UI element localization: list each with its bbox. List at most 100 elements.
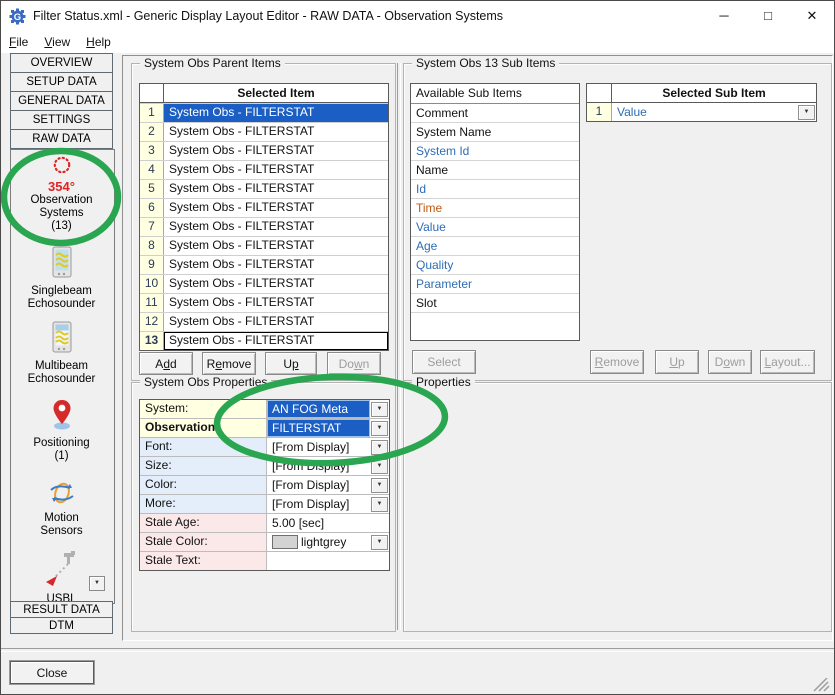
- table-row[interactable]: 11System Obs - FILTERSTAT: [140, 293, 388, 312]
- menu-file[interactable]: File: [1, 31, 36, 53]
- observation-value[interactable]: FILTERSTAT: [267, 419, 370, 437]
- table-row[interactable]: 10System Obs - FILTERSTAT: [140, 274, 388, 293]
- table-row[interactable]: 1System Obs - FILTERSTAT: [140, 103, 388, 122]
- sub-down-button[interactable]: Down: [708, 350, 752, 374]
- singlebeam-label-1: Singlebeam: [11, 285, 112, 298]
- list-item[interactable]: Slot: [411, 294, 579, 313]
- dotted-circle-icon: [51, 155, 73, 175]
- font-value[interactable]: [From Display]: [267, 438, 370, 456]
- minimize-button[interactable]: ─: [702, 1, 746, 31]
- maximize-button[interactable]: □: [746, 1, 790, 31]
- sidebar-item-motion-sensors[interactable]: Motion Sensors: [11, 479, 112, 538]
- stale-text-value[interactable]: [267, 552, 389, 570]
- close-button[interactable]: Close: [10, 661, 94, 684]
- selected-sub-item-header: Selected Sub Item: [587, 84, 816, 103]
- list-item[interactable]: Comment: [411, 104, 579, 123]
- usbl-dropdown-button[interactable]: ▼: [89, 576, 105, 591]
- selected-sub-item-row[interactable]: 1 Value ▼: [587, 103, 816, 121]
- table-row[interactable]: 3System Obs - FILTERSTAT: [140, 141, 388, 160]
- usbl-transducer-icon: [42, 550, 82, 588]
- sub-remove-button[interactable]: Remove: [590, 350, 644, 374]
- layout-button[interactable]: Layout...: [760, 350, 815, 374]
- table-row[interactable]: 6System Obs - FILTERSTAT: [140, 198, 388, 217]
- motion-label-2: Sensors: [11, 525, 112, 538]
- list-item[interactable]: Id: [411, 180, 579, 199]
- menu-view[interactable]: View: [36, 31, 78, 53]
- color-dropdown-button[interactable]: ▼: [371, 478, 388, 493]
- observation-dropdown-button[interactable]: ▼: [371, 421, 388, 436]
- list-item[interactable]: System Name: [411, 123, 579, 142]
- table-row[interactable]: 13System Obs - FILTERSTAT: [140, 331, 388, 350]
- stale-color-dropdown-button[interactable]: ▼: [371, 535, 388, 550]
- close-window-button[interactable]: ✕: [790, 1, 834, 31]
- table-row[interactable]: 7System Obs - FILTERSTAT: [140, 217, 388, 236]
- row-label: System Obs - FILTERSTAT: [164, 123, 388, 141]
- table-row[interactable]: 9System Obs - FILTERSTAT: [140, 255, 388, 274]
- size-value[interactable]: [From Display]: [267, 457, 370, 475]
- table-row[interactable]: 8System Obs - FILTERSTAT: [140, 236, 388, 255]
- sidebar-item-dtm[interactable]: DTM: [10, 617, 113, 634]
- color-value[interactable]: [From Display]: [267, 476, 370, 494]
- sidebar-item-singlebeam-echosounder[interactable]: Singlebeam Echosounder: [11, 246, 112, 311]
- more-dropdown-button[interactable]: ▼: [371, 497, 388, 512]
- sidebar-item-result-data[interactable]: RESULT DATA: [10, 601, 113, 618]
- table-row[interactable]: 4System Obs - FILTERSTAT: [140, 160, 388, 179]
- color-swatch: [272, 535, 298, 549]
- row-number: 1: [587, 103, 612, 121]
- color-label: Color:: [140, 476, 267, 494]
- stale-color-label: Stale Color:: [140, 533, 267, 551]
- sidebar-item-setup-data[interactable]: SETUP DATA: [10, 72, 113, 92]
- selected-sub-header-number-cell: [587, 84, 612, 102]
- sidebar-item-general-data[interactable]: GENERAL DATA: [10, 91, 113, 111]
- table-row[interactable]: 5System Obs - FILTERSTAT: [140, 179, 388, 198]
- add-post: d: [170, 357, 177, 371]
- vertical-divider: [397, 63, 401, 630]
- list-item[interactable]: System Id: [411, 142, 579, 161]
- sidebar-item-raw-data[interactable]: RAW DATA: [10, 129, 113, 149]
- sidebar-item-positioning[interactable]: Positioning (1): [11, 398, 112, 463]
- add-button[interactable]: Add: [139, 352, 193, 375]
- table-row[interactable]: 2System Obs - FILTERSTAT: [140, 122, 388, 141]
- list-item[interactable]: Time: [411, 199, 579, 218]
- more-value[interactable]: [From Display]: [267, 495, 370, 513]
- footer-divider: [0, 648, 835, 652]
- down-mnemonic: w: [354, 357, 363, 371]
- up-pre: U: [283, 357, 292, 371]
- row-label: System Obs - FILTERSTAT: [164, 180, 388, 198]
- sidebar-item-observation-systems[interactable]: 354° Observation Systems (13): [11, 155, 112, 233]
- sidebar-item-overview[interactable]: OVERVIEW: [10, 53, 113, 73]
- positioning-label: Positioning: [11, 437, 112, 450]
- selected-sub-item-dropdown-button[interactable]: ▼: [798, 105, 815, 120]
- up-button[interactable]: Up: [265, 352, 317, 375]
- system-dropdown-button[interactable]: ▼: [371, 402, 388, 417]
- menu-help[interactable]: Help: [78, 31, 119, 53]
- select-button[interactable]: Select: [412, 350, 476, 374]
- list-item[interactable]: Quality: [411, 256, 579, 275]
- list-item[interactable]: Name: [411, 161, 579, 180]
- list-item[interactable]: Parameter: [411, 275, 579, 294]
- font-dropdown-button[interactable]: ▼: [371, 440, 388, 455]
- sub-up-button[interactable]: Up: [655, 350, 699, 374]
- sidebar-item-multibeam-echosounder[interactable]: Multibeam Echosounder: [11, 321, 112, 386]
- group-properties-title: Properties: [412, 375, 475, 389]
- row-label: System Obs - FILTERSTAT: [164, 104, 388, 122]
- row-label: System Obs - FILTERSTAT: [164, 256, 388, 274]
- property-row-observation: Observation: FILTERSTAT ▼: [140, 418, 389, 437]
- system-value[interactable]: AN FOG Meta: [267, 400, 370, 418]
- sub-remove-post: emove: [603, 355, 639, 369]
- size-dropdown-button[interactable]: ▼: [371, 459, 388, 474]
- stale-age-value[interactable]: 5.00 [sec]: [267, 514, 389, 532]
- resize-grip[interactable]: [812, 678, 830, 692]
- down-button[interactable]: Down: [327, 352, 381, 375]
- sidebar-item-settings[interactable]: SETTINGS: [10, 110, 113, 130]
- svg-text:G: G: [14, 12, 21, 23]
- list-item[interactable]: Value: [411, 218, 579, 237]
- remove-button[interactable]: Remove: [202, 352, 256, 375]
- group-system-obs-properties-title: System Obs Properties: [140, 375, 271, 389]
- down-post: n: [363, 357, 370, 371]
- font-label: Font:: [140, 438, 267, 456]
- table-row[interactable]: 12System Obs - FILTERSTAT: [140, 312, 388, 331]
- stale-color-value[interactable]: lightgrey: [267, 533, 370, 551]
- caption-buttons: ─ □ ✕: [702, 1, 834, 31]
- list-item[interactable]: Age: [411, 237, 579, 256]
